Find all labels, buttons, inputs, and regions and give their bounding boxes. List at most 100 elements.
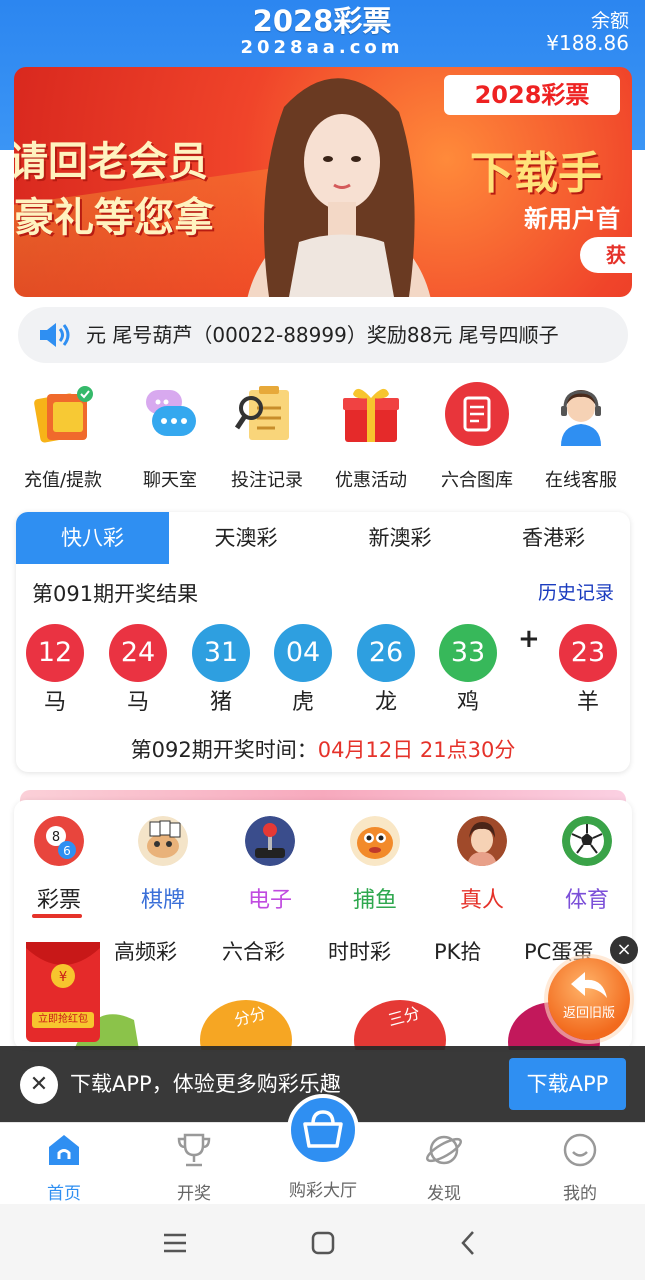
category-label: 棋牌 xyxy=(140,888,185,913)
logo-domain: 2028aa.com xyxy=(240,37,404,58)
fish-icon xyxy=(350,816,400,866)
quick-item-liuhe-gallery[interactable]: 六合图库 xyxy=(424,378,530,492)
announcement-text: 元 尾号葫芦（00022-88999）奖励88元 尾号四顺子 xyxy=(86,323,559,347)
svg-text:¥: ¥ xyxy=(59,970,67,985)
lottery-tabs: 快八彩 天澳彩 新澳彩 香港彩 xyxy=(16,512,630,564)
nav-label: 发现 xyxy=(427,1184,461,1204)
lottery-ball-icon: 8 6 xyxy=(34,816,84,866)
category-label: 真人 xyxy=(459,888,504,913)
banner-headline-2: 豪礼等您拿 xyxy=(14,195,214,241)
nav-lottery-hall-button[interactable] xyxy=(287,1094,359,1166)
nav-label: 我的 xyxy=(563,1184,597,1204)
balance-label: 余额 xyxy=(590,10,629,32)
category-lottery[interactable]: 8 6 彩票 xyxy=(14,816,104,914)
quick-item-bet-records[interactable]: 投注记录 xyxy=(214,378,320,492)
tab-tianao[interactable]: 天澳彩 xyxy=(169,512,323,564)
joystick-icon xyxy=(245,816,295,866)
quick-label: 优惠活动 xyxy=(335,470,407,491)
tab-xianggang[interactable]: 香港彩 xyxy=(477,512,630,564)
home-square-icon[interactable] xyxy=(308,1228,338,1258)
gift-icon xyxy=(343,388,399,442)
return-old-version-button[interactable]: 返回旧版 xyxy=(548,958,630,1040)
next-draw-datetime: 04月12日 21点30分 xyxy=(317,738,516,762)
quick-item-recharge[interactable]: 充值/提款 xyxy=(10,378,116,492)
return-arrow-icon xyxy=(571,972,607,998)
subtab-pk10[interactable]: PK拾 xyxy=(434,936,481,966)
quick-label: 六合图库 xyxy=(441,470,513,491)
lottery-results-card: 快八彩 天澳彩 新澳彩 香港彩 第091期开奖结果 历史记录 12 马 24 马 31 猪… xyxy=(16,512,630,772)
result-zodiac: 虎 xyxy=(291,690,314,715)
app-logo[interactable]: 2028彩票 2028aa.com xyxy=(232,4,412,58)
special-ball: 23 xyxy=(559,624,617,682)
nav-discover[interactable]: 发现 xyxy=(394,1131,494,1204)
nav-label: 开奖 xyxy=(177,1184,211,1204)
plus-sign: + xyxy=(518,624,540,654)
nav-draw[interactable]: 开奖 xyxy=(144,1131,244,1204)
svg-text:6: 6 xyxy=(63,844,71,858)
soccer-icon xyxy=(562,816,612,866)
category-fishing[interactable]: 捕鱼 xyxy=(330,816,420,914)
category-label: 电子 xyxy=(247,888,292,913)
result-ball: 26 xyxy=(357,624,415,682)
banner-headline-1: 请回老会员 xyxy=(14,139,208,185)
game-categories-card: 8 6 彩票 棋牌 电子 捕鱼 真人 体育 高频彩 六合彩 时时彩 PK拾 PC… xyxy=(14,800,632,1050)
category-label: 彩票 xyxy=(36,888,81,913)
chat-icon xyxy=(146,390,196,436)
announcement-bar[interactable]: 元 尾号葫芦（00022-88999）奖励88元 尾号四顺子 xyxy=(18,307,628,363)
quick-label: 投注记录 xyxy=(231,470,303,491)
category-active-indicator xyxy=(32,914,82,918)
result-zodiac: 鸡 xyxy=(456,690,479,715)
result-zodiac: 马 xyxy=(43,690,66,715)
promo-banner[interactable]: 请回老会员 豪礼等您拿 2028彩票 下载手 新用户首 获 xyxy=(14,67,632,297)
system-navigation-bar xyxy=(0,1204,645,1280)
nav-mine[interactable]: 我的 xyxy=(530,1131,630,1204)
issue-title: 第091期开奖结果 xyxy=(32,582,199,606)
category-live[interactable]: 真人 xyxy=(437,816,527,914)
quick-menu: 充值/提款 聊天室 投注记录 优惠活动 六合图库 在线客服 xyxy=(0,378,645,498)
tab-xinao[interactable]: 新澳彩 xyxy=(323,512,477,564)
download-app-button[interactable]: 下载APP xyxy=(509,1058,626,1110)
trophy-icon xyxy=(177,1133,211,1167)
category-label: 体育 xyxy=(564,888,609,913)
subtab-liuhe[interactable]: 六合彩 xyxy=(222,936,285,966)
category-cards[interactable]: 棋牌 xyxy=(118,816,208,914)
special-zodiac: 羊 xyxy=(576,690,599,715)
balance-value[interactable]: ¥188.86 xyxy=(546,31,629,55)
quick-item-chat[interactable]: 聊天室 xyxy=(117,378,223,492)
tab-kuaiba[interactable]: 快八彩 xyxy=(16,512,169,564)
nav-home[interactable]: 首页 xyxy=(14,1131,114,1204)
red-envelope-label[interactable]: 立即抢红包 xyxy=(32,1012,94,1028)
close-return-old-button[interactable]: × xyxy=(610,936,638,964)
history-link[interactable]: 历史记录 xyxy=(538,578,614,605)
quick-item-customer-service[interactable]: 在线客服 xyxy=(528,378,634,492)
next-draw-prefix: 第092期开奖时间： xyxy=(130,738,318,762)
home-icon xyxy=(49,1135,79,1165)
game-list-preview: 分分 三分 xyxy=(14,990,632,1050)
return-old-label: 返回旧版 xyxy=(562,1006,615,1021)
banner-logo: 2028彩票 xyxy=(444,75,620,115)
banner-model-image xyxy=(247,78,431,297)
wallet-icon xyxy=(34,386,93,443)
subtab-high-frequency[interactable]: 高频彩 xyxy=(114,936,177,966)
basket-icon xyxy=(303,1110,343,1148)
subtab-shishi[interactable]: 时时彩 xyxy=(328,936,391,966)
nav-lottery-hall-label[interactable]: 购彩大厅 xyxy=(272,1176,374,1201)
cards-icon xyxy=(138,816,188,866)
planet-icon xyxy=(426,1135,462,1165)
nav-label: 首页 xyxy=(47,1184,81,1204)
close-icon[interactable]: ✕ xyxy=(20,1066,58,1104)
gallery-icon xyxy=(445,382,509,446)
quick-item-promotions[interactable]: 优惠活动 xyxy=(318,378,424,492)
category-sports[interactable]: 体育 xyxy=(542,816,632,914)
category-electronic[interactable]: 电子 xyxy=(225,816,315,914)
menu-icon[interactable] xyxy=(160,1228,190,1258)
service-icon xyxy=(561,390,601,446)
result-ball: 04 xyxy=(274,624,332,682)
result-zodiac: 马 xyxy=(126,690,149,715)
result-zodiac: 猪 xyxy=(209,690,232,715)
result-ball: 24 xyxy=(109,624,167,682)
back-icon[interactable] xyxy=(454,1228,484,1258)
banner-subline: 新用户首 xyxy=(524,205,620,233)
category-label: 捕鱼 xyxy=(352,888,397,913)
banner-action-button[interactable]: 获 xyxy=(580,237,632,273)
